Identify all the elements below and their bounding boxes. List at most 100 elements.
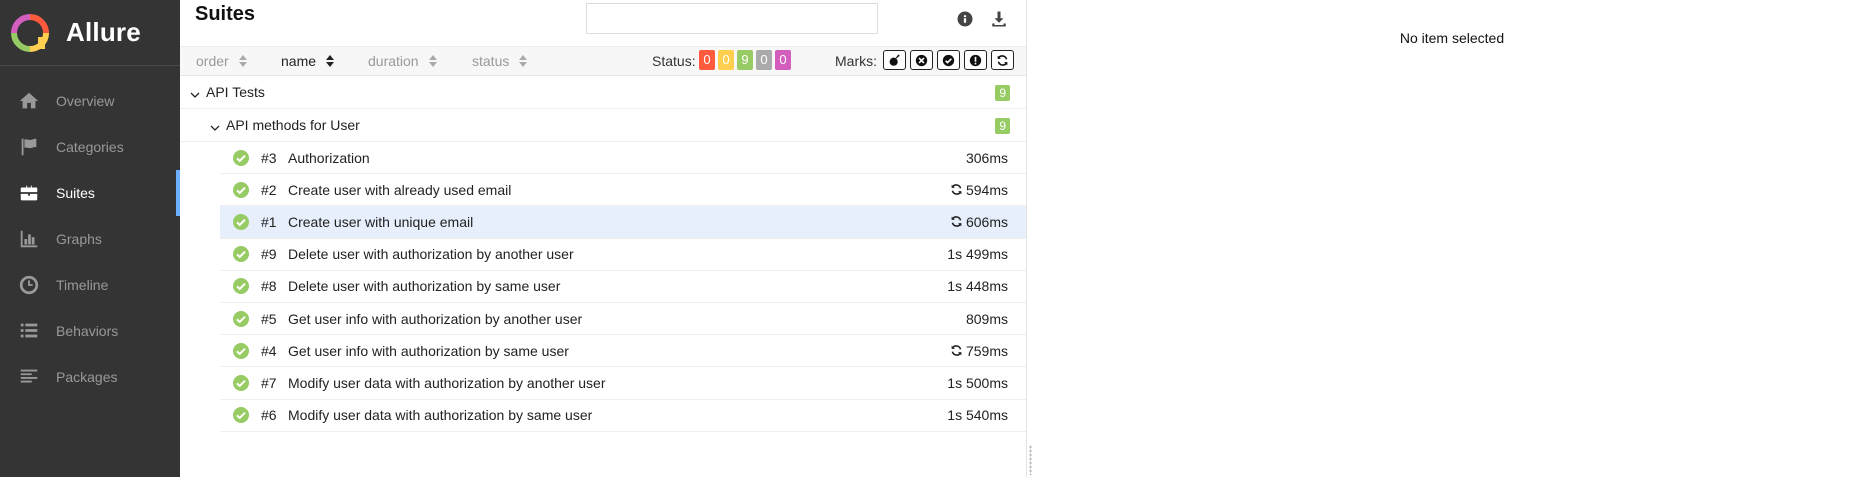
home-icon (18, 90, 40, 112)
sort-by-name[interactable]: name (281, 53, 335, 69)
detail-pane: No item selected (1034, 0, 1870, 477)
status-passed-badge[interactable]: 9 (737, 50, 753, 70)
test-list: #3 Authorization 306ms #2 Create user with a… (180, 142, 1026, 432)
test-row[interactable]: #6 Modify user data with authorization by… (220, 400, 1026, 432)
flag-icon (18, 136, 40, 158)
test-meta: 594ms (950, 174, 1008, 205)
passed-check-icon (233, 407, 249, 424)
download-button[interactable] (988, 8, 1010, 30)
test-name: Modify user data with authorization by s… (288, 407, 593, 424)
sidebar-item-categories[interactable]: Categories (0, 124, 180, 170)
mark-new-broken-button[interactable] (964, 50, 987, 70)
test-row[interactable]: #2 Create user with already used email 594… (220, 174, 1026, 207)
test-number: #4 (261, 342, 277, 359)
mark-new-passed-button[interactable] (937, 50, 960, 70)
test-meta: 606ms (950, 206, 1008, 237)
info-button[interactable] (954, 8, 976, 30)
search-input[interactable] (586, 3, 878, 34)
download-icon (992, 11, 1006, 27)
passed-check-icon (233, 246, 249, 263)
sidebar-item-label: Behaviors (56, 323, 119, 339)
test-row[interactable]: #4 Get user info with authorization by sa… (220, 335, 1026, 368)
test-name: Delete user with authorization by anothe… (288, 246, 574, 263)
test-duration: 1s 499ms (947, 246, 1008, 263)
tree-group-child[interactable]: API methods for User 9 (180, 109, 1026, 142)
sort-by-status[interactable]: status (472, 53, 528, 69)
test-row[interactable]: #8 Delete user with authorization by same… (220, 271, 1026, 303)
brand[interactable]: Allure (0, 0, 180, 66)
sort-arrows-icon (428, 55, 437, 67)
sidebar-item-label: Overview (56, 93, 115, 109)
passed-check-icon (233, 278, 249, 295)
mark-flaky-button[interactable] (883, 50, 906, 70)
test-meta: 1s 448ms (947, 271, 1008, 302)
passed-check-icon (233, 374, 249, 391)
test-number: #6 (261, 407, 277, 424)
test-number: #3 (261, 149, 277, 166)
sidebar-item-timeline[interactable]: Timeline (0, 262, 180, 308)
test-row[interactable]: #5 Get user info with authorization by an… (220, 303, 1026, 336)
empty-state-message: No item selected (1399, 30, 1505, 46)
tree-group-root[interactable]: API Tests 9 (180, 76, 1026, 109)
test-row[interactable]: #3 Authorization 306ms (220, 142, 1026, 175)
pane-header: Suites (180, 0, 1026, 46)
test-row[interactable]: #1 Create user with unique email 606ms (220, 206, 1026, 239)
sorter-label: duration (368, 53, 419, 69)
test-name: Modify user data with authorization by a… (288, 374, 606, 391)
sidebar-item-label: Suites (56, 185, 95, 201)
test-number: #2 (261, 181, 277, 198)
test-duration: 809ms (965, 310, 1008, 327)
sidebar-item-label: Categories (56, 139, 124, 155)
pane-splitter[interactable] (1026, 0, 1034, 477)
test-duration: 1s 448ms (947, 278, 1008, 295)
group-count-badge: 9 (995, 118, 1010, 134)
cross-circle-icon (915, 54, 928, 66)
marks-filter (883, 50, 1014, 70)
test-duration: 594ms (965, 181, 1008, 198)
sort-by-order[interactable]: order (196, 53, 247, 69)
test-row[interactable]: #7 Modify user data with authorization by… (220, 367, 1026, 400)
test-number: #8 (261, 278, 277, 295)
briefcase-icon (18, 182, 40, 204)
status-broken-badge[interactable]: 0 (718, 50, 734, 70)
sort-arrows-icon (519, 55, 528, 67)
allure-logo-icon (11, 13, 49, 52)
app-name: Allure (66, 17, 141, 47)
bomb-icon (889, 54, 900, 66)
sidebar-item-packages[interactable]: Packages (0, 354, 180, 400)
test-name: Create user with already used email (288, 181, 512, 198)
status-filter-label: Status: (652, 53, 696, 69)
test-meta: 1s 540ms (947, 400, 1008, 431)
mark-new-failed-button[interactable] (910, 50, 933, 70)
sorter-label: order (196, 53, 229, 69)
sidebar-item-overview[interactable]: Overview (0, 78, 180, 124)
exclamation-icon (969, 54, 982, 66)
status-failed-badge[interactable]: 0 (699, 50, 715, 70)
sidebar-item-graphs[interactable]: Graphs (0, 216, 180, 262)
sort-by-duration[interactable]: duration (368, 53, 437, 69)
status-unknown-badge[interactable]: 0 (775, 50, 791, 70)
group-name: API Tests (206, 84, 265, 100)
test-name: Get user info with authorization by anot… (288, 310, 583, 327)
test-meta: 1s 500ms (947, 367, 1008, 398)
passed-check-icon (233, 181, 249, 198)
sorter-label: name (281, 53, 317, 69)
check-circle-icon (942, 54, 955, 66)
sort-arrows-icon (326, 55, 335, 67)
passed-check-icon (233, 342, 249, 359)
mark-retries-button[interactable] (991, 50, 1014, 70)
status-skipped-badge[interactable]: 0 (756, 50, 772, 70)
test-row[interactable]: #9 Delete user with authorization by anot… (220, 239, 1026, 271)
sorter-label: status (472, 53, 510, 69)
marks-filter-label: Marks: (835, 53, 877, 69)
retry-icon (951, 184, 962, 196)
list-icon (18, 320, 40, 342)
sidebar-item-behaviors[interactable]: Behaviors (0, 308, 180, 354)
sidebar-item-suites[interactable]: Suites (0, 170, 180, 216)
test-number: #1 (261, 213, 277, 230)
group-name: API methods for User (226, 117, 360, 133)
test-duration: 759ms (965, 342, 1008, 359)
sort-arrows-icon (238, 55, 247, 67)
status-filter: 0 0 9 0 0 (699, 50, 791, 70)
test-duration: 1s 500ms (947, 374, 1008, 391)
